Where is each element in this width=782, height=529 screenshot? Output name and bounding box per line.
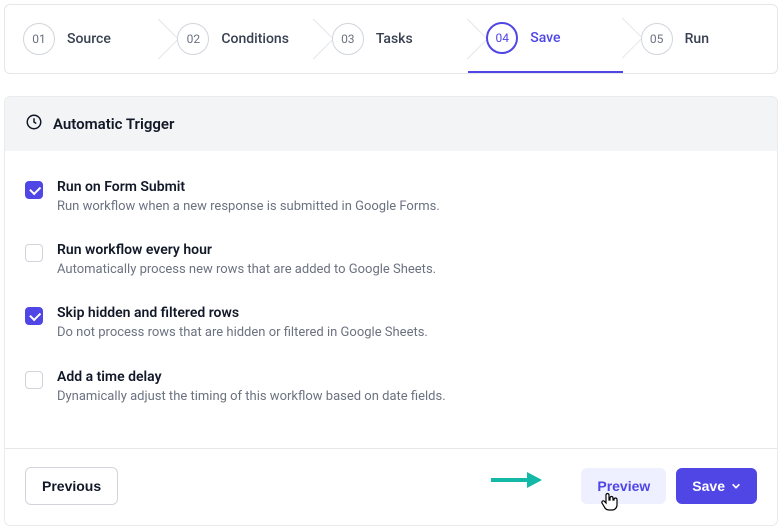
clock-icon <box>25 113 43 135</box>
trigger-panel: Automatic Trigger Run on Form Submit Run… <box>4 96 778 526</box>
options-list: Run on Form Submit Run workflow when a n… <box>5 151 777 442</box>
save-button-label: Save <box>692 478 725 494</box>
step-source[interactable]: 01 Source <box>5 5 159 73</box>
panel-footer: Previous Preview Save <box>5 448 777 525</box>
step-number: 02 <box>177 23 209 55</box>
option-desc: Do not process rows that are hidden or f… <box>57 324 757 342</box>
option-desc: Dynamically adjust the timing of this wo… <box>57 388 757 406</box>
step-label: Run <box>685 31 709 47</box>
option-desc: Run workflow when a new response is subm… <box>57 198 757 216</box>
step-save[interactable]: 04 Save <box>468 5 622 74</box>
step-run[interactable]: 05 Run <box>623 5 777 73</box>
step-number: 03 <box>332 23 364 55</box>
pointer-arrow-icon <box>489 463 549 503</box>
stepper-nav: 01 Source 02 Conditions 03 Tasks 04 Save… <box>4 4 778 74</box>
option-text: Run workflow every hour Automatically pr… <box>57 242 757 279</box>
option-every-hour: Run workflow every hour Automatically pr… <box>25 242 757 279</box>
option-title: Add a time delay <box>57 369 757 385</box>
chevron-down-icon <box>731 478 741 494</box>
step-label: Conditions <box>221 31 289 47</box>
option-text: Add a time delay Dynamically adjust the … <box>57 369 757 406</box>
step-number: 05 <box>641 23 673 55</box>
step-label: Save <box>530 30 560 46</box>
step-number: 01 <box>23 23 55 55</box>
previous-button[interactable]: Previous <box>25 467 118 505</box>
step-tasks[interactable]: 03 Tasks <box>314 5 468 73</box>
step-conditions[interactable]: 02 Conditions <box>159 5 313 73</box>
step-number: 04 <box>486 22 518 54</box>
option-time-delay: Add a time delay Dynamically adjust the … <box>25 369 757 406</box>
option-form-submit: Run on Form Submit Run workflow when a n… <box>25 179 757 216</box>
option-text: Run on Form Submit Run workflow when a n… <box>57 179 757 216</box>
option-text: Skip hidden and filtered rows Do not pro… <box>57 305 757 342</box>
footer-actions: Preview Save <box>581 468 757 504</box>
checkbox-form-submit[interactable] <box>25 181 43 199</box>
step-label: Source <box>67 31 111 47</box>
panel-title: Automatic Trigger <box>53 115 174 133</box>
checkbox-time-delay[interactable] <box>25 371 43 389</box>
preview-button[interactable]: Preview <box>581 468 666 504</box>
option-title: Run on Form Submit <box>57 179 757 195</box>
checkbox-every-hour[interactable] <box>25 244 43 262</box>
option-title: Run workflow every hour <box>57 242 757 258</box>
option-skip-hidden: Skip hidden and filtered rows Do not pro… <box>25 305 757 342</box>
step-label: Tasks <box>376 31 413 47</box>
save-button[interactable]: Save <box>676 468 757 504</box>
checkbox-skip-hidden[interactable] <box>25 307 43 325</box>
panel-header: Automatic Trigger <box>5 97 777 151</box>
option-desc: Automatically process new rows that are … <box>57 261 757 279</box>
option-title: Skip hidden and filtered rows <box>57 305 757 321</box>
